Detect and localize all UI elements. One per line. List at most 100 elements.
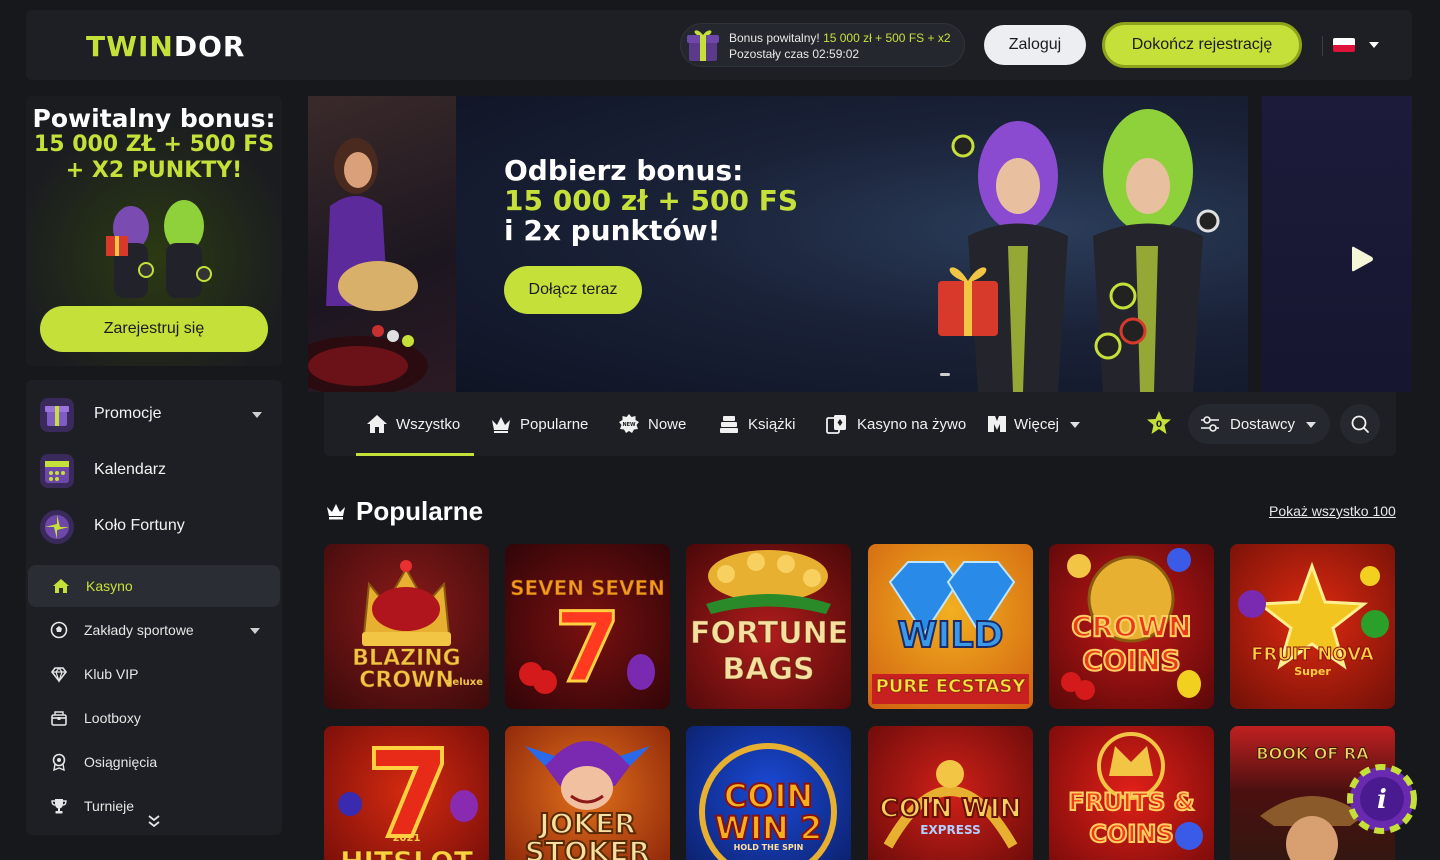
sidebar-item-lootboxes[interactable]: Lootboxy xyxy=(26,697,282,739)
category-label: Wszystko xyxy=(396,416,461,433)
sidebar-item-label: Turnieje xyxy=(84,798,135,814)
casino-hostess-illustration xyxy=(308,138,428,392)
chevron-down-icon xyxy=(1070,422,1080,428)
game-title: WILD xyxy=(897,615,1005,656)
crown-icon xyxy=(327,504,345,520)
hero-headline-line2: 15 000 zł + 500 FS xyxy=(504,184,799,217)
category-label: Popularne xyxy=(520,416,589,433)
info-chip-button[interactable]: i xyxy=(1347,764,1417,834)
hero-headline: Odbierz bonus: 15 000 zł + 500 FS i 2x p… xyxy=(504,156,798,246)
promo-characters-illustration xyxy=(106,200,212,298)
category-tab-popular[interactable]: Popularne xyxy=(490,392,588,456)
trophy-icon xyxy=(51,799,67,814)
game-subtitle: deluxe xyxy=(445,677,483,688)
game-tile-fruits-and-coins[interactable]: FRUITS & COINS xyxy=(1049,726,1214,860)
fruits-illustration xyxy=(519,654,655,694)
next-slide-preview[interactable] xyxy=(1262,96,1412,392)
game-tile-fortune-bags[interactable]: FORTUNE BAGS xyxy=(686,544,851,709)
game-title: HITSLOT xyxy=(328,847,485,860)
sidebar-item-calendar[interactable]: Kalendarz xyxy=(26,446,282,496)
medal-icon xyxy=(52,753,66,771)
game-tile-blazing-crown[interactable]: BLAZING CROWN deluxe xyxy=(324,544,489,709)
game-title: COIN WIN xyxy=(879,794,1023,824)
sidebar-item-sports-betting[interactable]: Zakłady sportowe xyxy=(26,609,282,651)
gift-icon xyxy=(687,30,719,61)
hero-carousel[interactable]: Odbierz bonus: 15 000 zł + 500 FS i 2x p… xyxy=(308,96,1412,392)
treasure-box-icon xyxy=(51,711,67,726)
sidebar-item-label: Kasyno xyxy=(86,578,133,594)
language-selector[interactable] xyxy=(1322,36,1382,56)
game-subtitle: HOLD THE SPIN xyxy=(733,843,804,852)
game-tile-fruit-nova[interactable]: FRUIT NOVA Super xyxy=(1230,544,1395,709)
providers-dropdown[interactable]: Dostawcy xyxy=(1188,404,1330,444)
logo[interactable]: TWINDOR xyxy=(86,30,245,63)
game-subtitle: Super xyxy=(1294,665,1331,678)
sidebar-item-achievements[interactable]: Osiągnięcia xyxy=(26,741,282,783)
category-tab-more[interactable]: Więcej xyxy=(986,392,1086,456)
show-all-link[interactable]: Pokaż wszystko 100 xyxy=(1269,503,1396,519)
game-tile-crown-coins[interactable]: CROWN COINS xyxy=(1049,544,1214,709)
welcome-bonus-timer[interactable]: Bonus powitalny! 15 000 zł + 500 FS + x2… xyxy=(680,23,965,67)
favorites-star-icon[interactable]: 0 xyxy=(1146,410,1172,436)
more-categories-icon xyxy=(988,416,1006,432)
category-label: Kasyno na żywo xyxy=(857,416,967,433)
sign-up-button[interactable]: Zarejestruj się xyxy=(40,306,268,352)
poland-flag-icon xyxy=(1333,37,1355,52)
promo-title: Powitalny bonus: xyxy=(32,104,276,133)
game-title: FORTUNE BAGS xyxy=(690,616,849,688)
svg-text:i: i xyxy=(1377,785,1387,815)
svg-text:NEW: NEW xyxy=(622,422,636,428)
game-title: JOKER STOKER xyxy=(524,807,651,860)
game-tile-hitslot[interactable]: 2021 HITSLOT xyxy=(324,726,489,860)
sidebar-item-label: Lootboxy xyxy=(84,710,141,726)
chevron-down-icon xyxy=(1306,422,1316,428)
category-tab-new[interactable]: NEW Nowe xyxy=(618,392,688,456)
game-tile-wild-pure-ecstasy[interactable]: WILD PURE ECSTASY xyxy=(868,544,1033,709)
category-tab-all[interactable]: Wszystko xyxy=(356,392,474,456)
carousel-indicator[interactable] xyxy=(940,373,950,376)
game-category-bar: Wszystko Popularne NEW Nowe Książki Kasy… xyxy=(324,392,1396,456)
hero-characters-illustration xyxy=(938,109,1220,392)
playing-cards-icon xyxy=(826,415,846,434)
category-tab-books[interactable]: Książki xyxy=(718,392,798,456)
carousel-next-arrow-icon[interactable] xyxy=(1346,244,1376,274)
game-tile-coin-win-2[interactable]: COIN WIN 2 HOLD THE SPIN xyxy=(686,726,851,860)
login-button[interactable]: Zaloguj xyxy=(984,25,1086,65)
bonus-offer-prefix: Bonus powitalny! xyxy=(729,31,820,45)
favorites-count: 0 xyxy=(1156,420,1162,430)
game-subtitle: EXPRESS xyxy=(920,823,981,837)
books-icon xyxy=(720,416,738,433)
star-fruits-illustration xyxy=(1238,561,1389,670)
active-slide[interactable]: Odbierz bonus: 15 000 zł + 500 FS i 2x p… xyxy=(456,96,1248,392)
providers-label: Dostawcy xyxy=(1230,416,1296,433)
previous-slide-preview[interactable] xyxy=(308,96,456,392)
game-title: CROWN COINS xyxy=(1070,609,1192,678)
wheel-of-fortune-icon xyxy=(40,510,74,544)
bonus-offer-value: 15 000 zł + 500 FS + x2 xyxy=(823,31,951,45)
game-tile-seven-seven[interactable]: SEVEN SEVEN 7 xyxy=(505,544,670,709)
sidebar-item-vip-club[interactable]: Klub VIP xyxy=(26,653,282,695)
join-now-button[interactable]: Dołącz teraz xyxy=(504,266,642,314)
game-subtitle: 2021 xyxy=(392,833,421,844)
sidebar-item-label: Kalendarz xyxy=(94,461,167,478)
logo-part-dor: DOR xyxy=(173,30,246,63)
golden-arch-illustration xyxy=(883,760,1018,849)
search-button[interactable] xyxy=(1340,404,1380,444)
game-tile-coin-win-express[interactable]: COIN WIN EXPRESS xyxy=(868,726,1033,860)
diamond-icon xyxy=(50,667,68,683)
hero-headline-line1: Odbierz bonus: xyxy=(504,154,744,187)
game-tile-joker-stoker[interactable]: JOKER STOKER xyxy=(505,726,670,860)
sidebar-item-promotions[interactable]: Promocje xyxy=(26,390,282,440)
sidebar-item-label: Klub VIP xyxy=(84,666,139,682)
filter-sliders-icon xyxy=(1201,416,1219,432)
chevron-down-icon xyxy=(252,412,262,418)
sidebar-item-casino[interactable]: Kasyno xyxy=(28,565,280,607)
chevron-down-icon xyxy=(250,628,260,634)
home-icon xyxy=(367,415,387,433)
double-chevron-down-icon[interactable] xyxy=(147,814,161,828)
category-tab-live-casino[interactable]: Kasyno na żywo xyxy=(826,392,967,456)
sidebar-item-wheel-of-fortune[interactable]: Koło Fortuny xyxy=(26,502,282,552)
bonus-time-remaining: Pozostały czas 02:59:02 xyxy=(729,47,860,61)
complete-registration-button[interactable]: Dokończ rejestrację xyxy=(1102,22,1302,68)
search-icon xyxy=(1351,415,1369,433)
